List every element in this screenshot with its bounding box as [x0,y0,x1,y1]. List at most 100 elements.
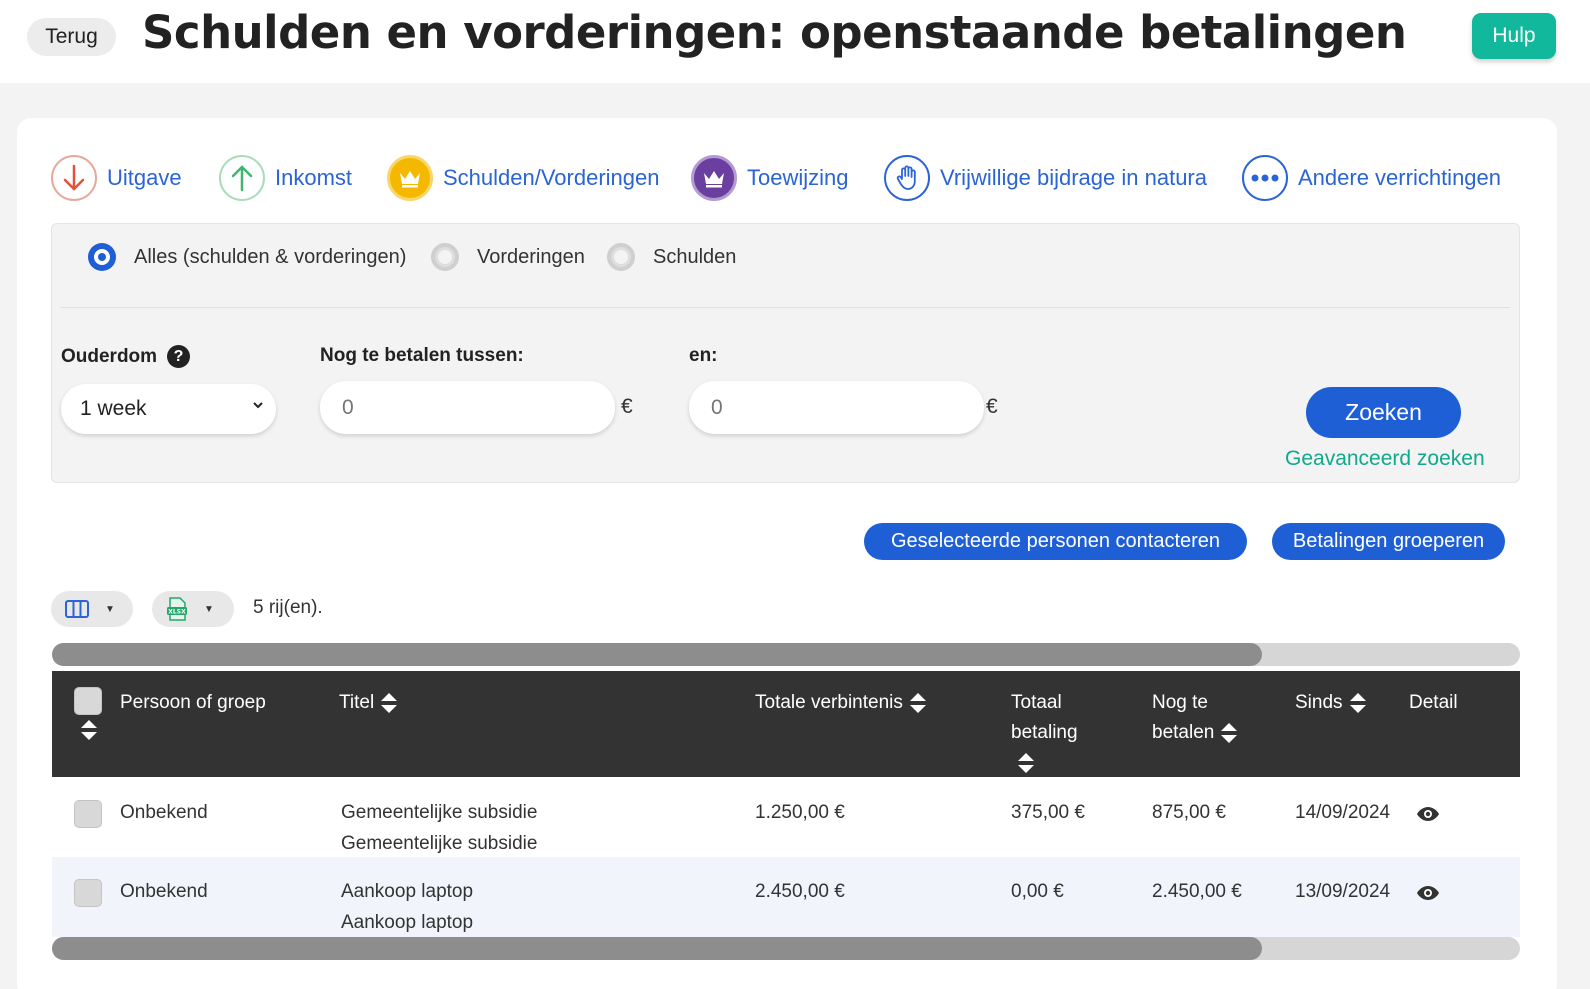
cell-title: Aankoop laptop [341,881,474,902]
cell-total-payment: 375,00 € [1011,802,1085,823]
age-label: Ouderdom ? [61,345,191,368]
eye-icon[interactable] [1416,806,1440,822]
amount-min-input[interactable] [320,381,615,434]
tab-vrijwillige-bijdrage[interactable]: Vrijwillige bijdrage in natura [884,153,1207,203]
help-icon[interactable]: ? [167,345,191,368]
column-label: betaling [1011,722,1078,743]
table-row[interactable]: Onbekend Gemeentelijke subsidie Gemeente… [52,777,1520,857]
cell-remaining: 875,00 € [1152,802,1226,823]
radio-label: Alles (schulden & vorderingen) [134,245,407,268]
column-header-remaining[interactable]: Nog te betalen [1152,688,1238,748]
and-label: en: [689,345,718,366]
tab-toewijzing[interactable]: Toewijzing [691,153,849,203]
cell-subtitle: Gemeentelijke subsidie [341,833,538,854]
column-label: Totale verbintenis [755,692,903,713]
radio-label: Vorderingen [477,245,585,268]
sort-icon [1221,722,1238,743]
radio-label: Schulden [653,245,737,268]
tab-uitgave[interactable]: Uitgave [51,153,182,203]
column-label: betalen [1152,722,1215,743]
tab-label: Toewijzing [747,165,849,190]
cell-since: 13/09/2024 [1295,881,1391,902]
sort-icon [1018,752,1034,773]
crown-icon [387,155,433,201]
tab-inkomst[interactable]: Inkomst [219,153,352,203]
horizontal-scrollbar-top[interactable] [52,643,1520,666]
filter-divider [60,307,1510,308]
age-select-value: 1 week [80,397,147,420]
cell-total-payment: 0,00 € [1011,881,1064,902]
cell-since: 14/09/2024 [1295,802,1391,823]
radio-vorderingen[interactable]: Vorderingen [431,242,585,272]
column-label: Nog te [1152,692,1208,713]
caret-down-icon: ▼ [204,603,214,615]
column-label: Sinds [1295,692,1343,713]
cell-remaining: 2.450,00 € [1152,881,1242,902]
column-label: Titel [339,692,375,713]
top-bar: Terug Schulden en vorderingen: openstaan… [0,0,1590,83]
cell-total-commitment: 1.250,00 € [755,802,845,823]
tab-andere-verrichtingen[interactable]: Andere verrichtingen [1242,153,1501,203]
cell-title: Gemeentelijke subsidie [341,802,538,823]
column-label: Detail [1409,692,1458,713]
advanced-search-link[interactable]: Geavanceerd zoeken [1285,447,1485,471]
radio-alles[interactable]: Alles (schulden & vorderingen) [88,242,406,272]
help-button[interactable]: Hulp [1472,13,1556,59]
sort-icon [909,692,926,713]
caret-down-icon: ▼ [105,603,115,615]
page-title: Schulden en vorderingen: openstaande bet… [142,6,1407,59]
arrow-up-icon [219,155,265,201]
search-button[interactable]: Zoeken [1306,387,1461,438]
amount-between-label: Nog te betalen tussen: [320,345,524,366]
row-checkbox[interactable] [74,800,102,828]
table-header: Persoon of groep Titel Totale verbinteni… [52,671,1520,777]
column-header-detail: Detail [1409,688,1458,718]
cell-subtitle: Aankoop laptop [341,912,474,933]
cell-person: Onbekend [120,802,208,823]
svg-text:XLSX: XLSX [168,609,186,616]
currency-label: € [621,395,633,418]
column-header-person[interactable]: Persoon of groep [120,688,266,718]
columns-icon [65,600,89,618]
radio-selected-icon [88,243,116,271]
age-label-text: Ouderdom [61,345,158,367]
group-payments-button[interactable]: Betalingen groeperen [1272,523,1505,560]
column-header-total-commitment[interactable]: Totale verbintenis [755,688,927,718]
column-label: Totaal [1011,692,1062,713]
hand-icon [884,155,930,201]
horizontal-scrollbar-bottom[interactable] [52,937,1520,960]
more-icon [1242,155,1288,201]
scrollbar-thumb[interactable] [52,643,1262,666]
column-header-total-payment[interactable]: Totaal betaling [1011,688,1078,778]
age-select[interactable]: 1 week [61,384,276,434]
scrollbar-thumb[interactable] [52,937,1262,960]
column-label: Persoon of groep [120,692,266,713]
columns-button[interactable]: ▼ [51,591,133,627]
radio-schulden[interactable]: Schulden [607,242,736,272]
sort-icon[interactable] [80,719,98,741]
arrow-down-icon [51,155,97,201]
chevron-down-icon [253,402,263,409]
radio-unselected-icon [607,243,635,271]
tab-label: Vrijwillige bijdrage in natura [940,165,1207,190]
crown-transfer-icon [691,155,737,201]
sort-icon [1349,692,1366,713]
back-button[interactable]: Terug [27,18,116,56]
sort-icon [381,692,398,713]
row-checkbox[interactable] [74,879,102,907]
cell-person: Onbekend [120,881,208,902]
xlsx-icon: XLSX [167,597,187,621]
amount-max-input[interactable] [689,381,984,434]
radio-unselected-icon [431,243,459,271]
column-header-since[interactable]: Sinds [1295,688,1367,718]
column-header-title[interactable]: Titel [339,688,398,718]
eye-icon[interactable] [1416,885,1440,901]
tab-label: Inkomst [275,165,353,190]
select-all-checkbox[interactable] [74,687,102,715]
row-count: 5 rij(en). [253,597,323,618]
tab-label: Uitgave [107,165,182,190]
tab-schulden-vorderingen[interactable]: Schulden/Vorderingen [387,153,660,203]
table-row[interactable]: Onbekend Aankoop laptop Aankoop laptop 2… [52,857,1520,937]
export-button[interactable]: XLSX ▼ [152,591,234,627]
contact-selected-button[interactable]: Geselecteerde personen contacteren [864,523,1247,560]
